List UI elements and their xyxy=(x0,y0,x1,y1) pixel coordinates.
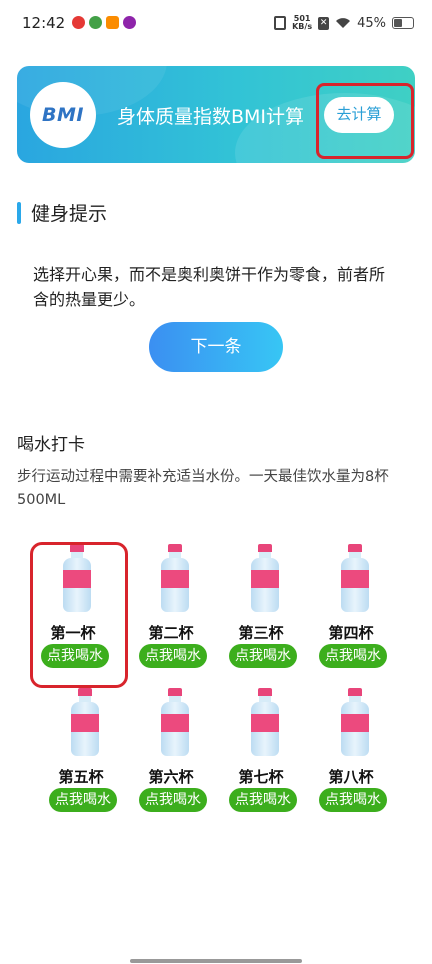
app-notification-icon xyxy=(106,16,119,29)
cup-item: 第二杯 点我喝水 xyxy=(127,544,215,674)
drink-water-button[interactable]: 点我喝水 xyxy=(49,788,117,812)
network-speed: 501 KB/s xyxy=(292,15,312,31)
tip-text: 选择开心果，而不是奥利奥饼干作为零食，前者所含的热量更少。 xyxy=(33,265,386,309)
status-time: 12:42 xyxy=(22,14,66,32)
cup-label: 第三杯 xyxy=(238,624,284,642)
tips-header: 健身提示 xyxy=(17,199,107,226)
cup-item: 第三杯 点我喝水 xyxy=(217,544,305,674)
cup-label: 第七杯 xyxy=(238,768,284,786)
status-indicators: 501 KB/s ✕ 45% xyxy=(274,15,414,31)
drink-water-button[interactable]: 点我喝水 xyxy=(229,788,297,812)
app-notification-icon xyxy=(89,16,102,29)
app-notification-icon xyxy=(72,16,85,29)
app-notification-icon xyxy=(123,16,136,29)
water-bottle-icon xyxy=(161,544,189,612)
cup-label: 第五杯 xyxy=(58,768,104,786)
cup-label: 第八杯 xyxy=(328,768,374,786)
cup-item: 第六杯 点我喝水 xyxy=(127,688,215,818)
water-bottle-icon xyxy=(251,544,279,612)
battery-percent: 45% xyxy=(357,15,386,31)
water-checkin-title: 喝水打卡 xyxy=(17,435,85,455)
battery-icon xyxy=(392,17,414,29)
cup-item: 第七杯 点我喝水 xyxy=(217,688,305,818)
wifi-icon xyxy=(336,18,351,28)
status-bar: 12:42 501 KB/s ✕ 45% xyxy=(0,0,432,50)
home-indicator[interactable] xyxy=(130,959,302,963)
water-description: 步行运动过程中需要补充适当水份。一天最佳饮水量为8杯500ML xyxy=(17,469,389,508)
water-bottle-icon xyxy=(161,688,189,756)
water-bottle-icon xyxy=(251,688,279,756)
next-tip-button[interactable]: 下一条 xyxy=(149,322,283,372)
water-bottle-icon xyxy=(71,688,99,756)
tips-title: 健身提示 xyxy=(31,203,108,225)
no-sim-icon: ✕ xyxy=(318,16,330,30)
bmi-logo: BMI xyxy=(30,82,96,148)
cup-item: 第五杯 点我喝水 xyxy=(37,688,125,818)
cup-label: 第六杯 xyxy=(148,768,194,786)
drink-water-button[interactable]: 点我喝水 xyxy=(139,788,207,812)
cup-label: 第四杯 xyxy=(328,624,374,642)
network-speed-unit: KB/s xyxy=(292,22,313,31)
vibrate-icon xyxy=(274,16,287,30)
cup-label: 第二杯 xyxy=(148,624,194,642)
drink-water-button[interactable]: 点我喝水 xyxy=(139,644,207,668)
cup-item: 第八杯 点我喝水 xyxy=(307,688,395,818)
bmi-title: 身体质量指数BMI计算 xyxy=(117,106,305,128)
bmi-logo-text: BMI xyxy=(42,104,84,126)
water-bottle-icon xyxy=(341,544,369,612)
drink-water-button[interactable]: 点我喝水 xyxy=(319,788,387,812)
highlight-box xyxy=(316,83,414,159)
drink-water-button[interactable]: 点我喝水 xyxy=(229,644,297,668)
highlight-box xyxy=(30,542,128,688)
notification-icons xyxy=(72,16,136,29)
water-bottle-icon xyxy=(341,688,369,756)
section-accent-bar xyxy=(17,201,21,224)
cup-item: 第四杯 点我喝水 xyxy=(307,544,395,674)
drink-water-button[interactable]: 点我喝水 xyxy=(319,644,387,668)
